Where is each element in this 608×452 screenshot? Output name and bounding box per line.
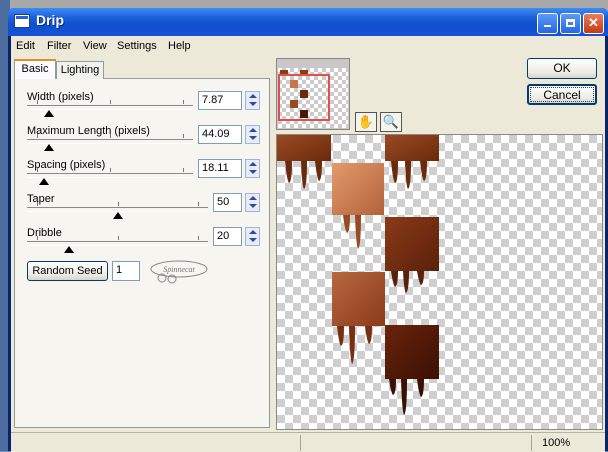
spacing-slider-track[interactable] <box>27 173 193 178</box>
slider-tick <box>117 236 119 240</box>
svg-text:Spinnecat: Spinnecat <box>163 265 195 274</box>
spin-up-icon <box>249 94 257 98</box>
slider-tick <box>37 134 38 138</box>
zoom-level: 100% <box>531 435 605 451</box>
spacing-spinner[interactable] <box>245 159 260 178</box>
hand-icon: ✋ <box>357 114 375 129</box>
magnifier-icon: 🔍 <box>382 114 400 129</box>
max-length-spinner[interactable] <box>245 125 260 144</box>
width-input[interactable]: 7.87 <box>198 91 242 110</box>
spin-up-icon <box>249 128 257 132</box>
slider-tick <box>198 236 199 240</box>
spin-up-icon <box>249 162 257 166</box>
menu-view[interactable]: View <box>83 40 107 52</box>
dribble-spinner[interactable] <box>245 227 260 246</box>
close-icon: ✕ <box>588 15 599 30</box>
dribble-slider-track[interactable] <box>27 241 208 246</box>
slider-tick <box>183 134 184 138</box>
title-bar[interactable] <box>8 8 608 36</box>
spacing-label: Spacing (pixels) <box>27 159 106 171</box>
spacing-input[interactable]: 18.11 <box>198 159 242 178</box>
slider-tick <box>183 168 184 172</box>
minimize-button[interactable] <box>537 13 558 34</box>
slider-tick <box>117 202 119 206</box>
spin-down-icon <box>249 136 257 140</box>
max-length-label: Maximum Length (pixels) <box>27 125 150 137</box>
dribble-input[interactable]: 20 <box>213 227 242 246</box>
slider-tick <box>37 100 38 104</box>
maximize-button[interactable] <box>560 13 581 34</box>
spin-up-icon <box>249 230 257 234</box>
close-button[interactable]: ✕ <box>583 13 604 34</box>
ok-button[interactable]: OK <box>527 58 597 79</box>
spin-up-icon <box>249 196 257 200</box>
slider-tick <box>37 202 38 206</box>
menu-settings[interactable]: Settings <box>117 40 157 52</box>
taper-input[interactable]: 50 <box>213 193 242 212</box>
slider-tick <box>183 100 184 104</box>
spacing-slider-thumb[interactable] <box>39 178 50 185</box>
spin-down-icon <box>249 204 257 208</box>
tab-basic[interactable]: Basic <box>14 59 56 79</box>
taper-slider-thumb[interactable] <box>112 212 123 219</box>
random-seed-input[interactable]: 1 <box>112 261 140 281</box>
taper-spinner[interactable] <box>245 193 260 212</box>
maximize-icon <box>566 19 575 27</box>
width-spinner[interactable] <box>245 91 260 110</box>
status-cell-info <box>300 435 531 451</box>
dribble-slider-thumb[interactable] <box>64 246 75 253</box>
width-slider-thumb[interactable] <box>43 110 54 117</box>
taper-label: Taper <box>27 193 55 205</box>
menu-edit[interactable]: Edit <box>16 40 35 52</box>
window-icon <box>14 14 30 28</box>
plugin-logo: Spinnecat <box>148 258 210 284</box>
preview-canvas[interactable] <box>276 134 603 430</box>
slider-tick <box>110 100 111 104</box>
drip-preview-image <box>277 135 439 415</box>
max-length-input[interactable]: 44.09 <box>198 125 242 144</box>
pan-tool-button[interactable]: ✋ <box>355 112 377 132</box>
cancel-button[interactable]: Cancel <box>527 84 597 105</box>
minimize-icon <box>544 25 551 27</box>
spin-down-icon <box>249 238 257 242</box>
window-title: Drip <box>36 12 64 28</box>
dribble-label: Dribble <box>27 227 62 239</box>
max-length-slider-thumb[interactable] <box>43 144 54 151</box>
menu-help[interactable]: Help <box>168 40 191 52</box>
spin-down-icon <box>249 102 257 106</box>
navigator-viewport-frame[interactable] <box>278 74 330 121</box>
slider-tick <box>37 236 38 240</box>
slider-tick <box>110 168 111 172</box>
menu-filter[interactable]: Filter <box>47 40 71 52</box>
tab-lighting[interactable]: Lighting <box>56 61 104 79</box>
spin-down-icon <box>249 170 257 174</box>
random-seed-button[interactable]: Random Seed <box>27 261 108 281</box>
zoom-tool-button[interactable]: 🔍 <box>380 112 402 132</box>
slider-tick <box>37 168 38 172</box>
slider-tick <box>110 134 111 138</box>
slider-tick <box>198 202 199 206</box>
